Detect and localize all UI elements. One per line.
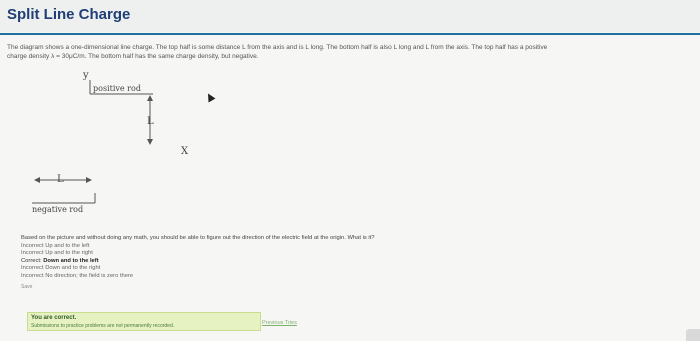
option-status: Incorrect	[21, 242, 44, 249]
question-prompt: Based on the picture and without doing a…	[21, 235, 375, 241]
option-text: No direction; the field is zero there	[45, 272, 134, 279]
vertical-length-label: L	[147, 116, 154, 127]
corner-tab[interactable]	[686, 329, 700, 341]
option-text: Down and to the right	[45, 265, 101, 271]
horizontal-length-label: L	[57, 174, 64, 185]
answer-option[interactable]: Incorrect Down and to the right	[21, 265, 375, 273]
result-title: You are correct.	[31, 315, 77, 321]
previous-tries-link[interactable]: Previous Tries	[262, 320, 297, 326]
negative-rod-label: negative rod	[32, 205, 84, 214]
x-axis-label: X	[181, 146, 189, 157]
page-title: Split Line Charge	[7, 6, 131, 23]
horizontal-arrow-right	[86, 177, 92, 183]
horizontal-arrow-left	[34, 177, 40, 183]
option-status: Incorrect	[21, 265, 44, 271]
answer-option[interactable]: Incorrect Up and to the right	[21, 250, 375, 258]
result-feedback-box: You are correct. Submissions to practice…	[27, 312, 261, 331]
option-text: Down and to the left	[43, 257, 99, 264]
vertical-arrow-up	[147, 95, 153, 101]
description-line-2: charge density λ = 30μC/m. The bottom ha…	[7, 52, 259, 60]
result-note: Submissions to practice problems are not…	[31, 323, 175, 329]
description-line-1: The diagram shows a one-dimensional line…	[7, 44, 548, 51]
answer-option[interactable]: Incorrect No direction; the field is zer…	[21, 273, 375, 281]
option-status: Incorrect	[21, 250, 44, 256]
option-status: Incorrect	[21, 272, 44, 279]
positive-rod-label: positive rod	[93, 84, 141, 93]
y-axis-label: y	[83, 70, 89, 81]
option-text: Up and to the left	[45, 242, 90, 249]
save-button[interactable]: Save	[21, 284, 375, 292]
answer-option[interactable]: Incorrect Up and to the left	[21, 243, 375, 251]
answer-option-correct[interactable]: Correct: Down and to the left	[21, 258, 375, 266]
vertical-arrow-down	[147, 139, 153, 145]
option-status: Correct:	[21, 257, 42, 264]
title-divider	[0, 33, 700, 35]
problem-description: The diagram shows a one-dimensional line…	[7, 44, 700, 61]
line-charge-figure: y positive rod L X L negative rod	[5, 68, 230, 218]
question-block: Based on the picture and without doing a…	[21, 235, 375, 292]
title-bar: Split Line Charge	[0, 0, 700, 32]
option-text: Up and to the right	[45, 250, 93, 256]
